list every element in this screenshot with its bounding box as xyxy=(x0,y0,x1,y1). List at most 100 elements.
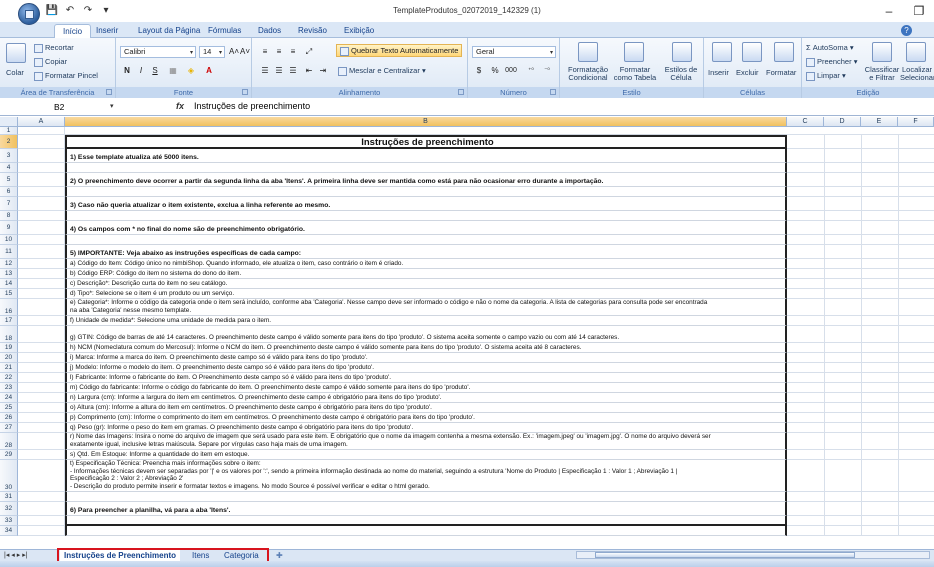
format-cells-icon[interactable] xyxy=(774,42,794,62)
tab-exibicao[interactable]: Exibição xyxy=(336,24,382,38)
cell[interactable] xyxy=(18,403,65,413)
instruction-cell[interactable]: o) Altura (cm): Informe a altura do item… xyxy=(65,403,787,413)
thousands-button[interactable]: 000 xyxy=(502,64,520,77)
cell[interactable] xyxy=(18,259,65,269)
help-icon[interactable]: ? xyxy=(901,25,912,36)
cell[interactable] xyxy=(65,127,787,135)
borders-icon[interactable]: ▦ xyxy=(166,64,180,77)
instruction-cell[interactable] xyxy=(65,516,787,526)
instruction-cell[interactable]: r) Nome das Imagens: Insira o nome do ar… xyxy=(65,433,787,450)
row-header[interactable]: 8 xyxy=(0,211,18,221)
tab-formulas[interactable]: Fórmulas xyxy=(200,24,249,38)
instruction-cell[interactable]: 4) Os campos com * no final do nome são … xyxy=(65,221,787,235)
row-header[interactable]: 14 xyxy=(0,279,18,289)
row-header[interactable]: 27 xyxy=(0,423,18,433)
fill-button[interactable]: Preencher ▾ xyxy=(806,57,857,67)
italic-button[interactable]: I xyxy=(134,64,148,77)
cell[interactable] xyxy=(18,363,65,373)
instruction-cell[interactable] xyxy=(65,526,787,536)
cell[interactable] xyxy=(787,173,934,187)
cell[interactable] xyxy=(787,279,934,289)
row-header[interactable]: 16 xyxy=(0,299,18,316)
tab-dados[interactable]: Dados xyxy=(250,24,289,38)
paste-icon[interactable] xyxy=(6,43,26,63)
tab-inserir[interactable]: Inserir xyxy=(88,24,126,38)
instruction-cell[interactable]: p) Comprimento (cm): Informe o comprimen… xyxy=(65,413,787,423)
instruction-cell[interactable]: c) Descrição*: Descrição curta do item n… xyxy=(65,279,787,289)
instruction-cell[interactable]: 3) Caso não queria atualizar o item exis… xyxy=(65,197,787,211)
insert-button[interactable]: Inserir xyxy=(708,68,729,77)
cell[interactable] xyxy=(787,450,934,460)
horizontal-scrollbar[interactable] xyxy=(576,551,930,559)
cell[interactable] xyxy=(787,316,934,326)
instruction-cell[interactable]: t) Especificação Técnica: Preencha mais … xyxy=(65,460,787,492)
cell-styles-button[interactable]: Estilos de Célula xyxy=(658,66,704,82)
row-header[interactable]: 9 xyxy=(0,221,18,235)
instruction-cell[interactable]: q) Peso (gr): Informe o peso do item em … xyxy=(65,423,787,433)
merge-center-button[interactable]: Mesclar e Centralizar ▾ xyxy=(338,66,426,76)
cell[interactable] xyxy=(787,235,934,245)
instruction-cell[interactable] xyxy=(65,492,787,502)
dialog-launcher-icon[interactable] xyxy=(106,89,112,95)
instruction-cell[interactable]: n) Largura (cm): Informe a largura do it… xyxy=(65,393,787,403)
cell[interactable] xyxy=(18,173,65,187)
find-select-button[interactable]: Localizar Selecionar xyxy=(900,66,934,82)
cell[interactable] xyxy=(18,299,65,316)
row-header[interactable]: 21 xyxy=(0,363,18,373)
align-right-icon[interactable]: ☰ xyxy=(286,64,300,77)
cell[interactable] xyxy=(787,343,934,353)
delete-cells-icon[interactable] xyxy=(742,42,762,62)
bold-button[interactable]: N xyxy=(120,64,134,77)
align-middle-icon[interactable]: ≡ xyxy=(272,45,286,58)
instruction-cell[interactable]: b) Código ERP: Código do item no sistema… xyxy=(65,269,787,279)
find-icon[interactable] xyxy=(906,42,926,62)
orientation-icon[interactable]: ⤢ xyxy=(302,45,316,58)
column-header-f[interactable]: F xyxy=(898,117,934,127)
formula-input[interactable]: Instruções de preenchimento xyxy=(194,101,310,111)
worksheet-grid[interactable]: A B C D E F 1 2 Instruções de preenchimen… xyxy=(0,117,934,549)
cell[interactable] xyxy=(18,127,65,135)
cell[interactable] xyxy=(18,492,65,502)
cell[interactable] xyxy=(787,245,934,259)
format-button[interactable]: Formatar xyxy=(766,68,796,77)
decrease-decimal-icon[interactable]: ⁻⁰ xyxy=(540,64,554,77)
cell[interactable] xyxy=(18,316,65,326)
cell[interactable] xyxy=(787,299,934,316)
row-header[interactable]: 19 xyxy=(0,343,18,353)
cell[interactable] xyxy=(787,383,934,393)
delete-button[interactable]: Excluir xyxy=(736,68,759,77)
cell[interactable] xyxy=(787,460,934,492)
instruction-cell[interactable]: 5) IMPORTANTE: Veja abaixo as instruções… xyxy=(65,245,787,259)
tab-revisao[interactable]: Revisão xyxy=(290,24,335,38)
cell[interactable] xyxy=(18,450,65,460)
cell[interactable] xyxy=(18,149,65,163)
row-header[interactable]: 33 xyxy=(0,516,18,526)
underline-button[interactable]: S xyxy=(148,64,162,77)
instruction-cell[interactable]: a) Código do Item: Código único no nimbi… xyxy=(65,259,787,269)
cell[interactable] xyxy=(18,245,65,259)
cell[interactable] xyxy=(18,279,65,289)
column-header-a[interactable]: A xyxy=(18,117,65,127)
row-header[interactable]: 18 xyxy=(0,326,18,343)
align-center-icon[interactable]: ☰ xyxy=(272,64,286,77)
instruction-cell[interactable]: f) Unidade de medida*: Selecione uma uni… xyxy=(65,316,787,326)
cell[interactable] xyxy=(787,353,934,363)
row-header[interactable]: 7 xyxy=(0,197,18,211)
row-header[interactable]: 20 xyxy=(0,353,18,363)
cell[interactable] xyxy=(18,163,65,173)
increase-decimal-icon[interactable]: ⁺⁰ xyxy=(524,64,538,77)
row-header[interactable]: 10 xyxy=(0,235,18,245)
format-as-table-button[interactable]: Formatar como Tabela xyxy=(612,66,658,82)
shrink-font-button[interactable]: A˅ xyxy=(238,45,252,58)
row-header[interactable]: 30 xyxy=(0,460,18,492)
cell[interactable] xyxy=(787,433,934,450)
cell[interactable] xyxy=(787,413,934,423)
row-header[interactable]: 25 xyxy=(0,403,18,413)
cell[interactable] xyxy=(787,326,934,343)
cell[interactable] xyxy=(787,289,934,299)
format-painter-button[interactable]: Formatar Pincel xyxy=(34,71,98,81)
cell[interactable] xyxy=(787,259,934,269)
tab-inicio[interactable]: Início xyxy=(54,24,92,39)
instruction-cell[interactable] xyxy=(65,235,787,245)
cell[interactable] xyxy=(18,460,65,492)
